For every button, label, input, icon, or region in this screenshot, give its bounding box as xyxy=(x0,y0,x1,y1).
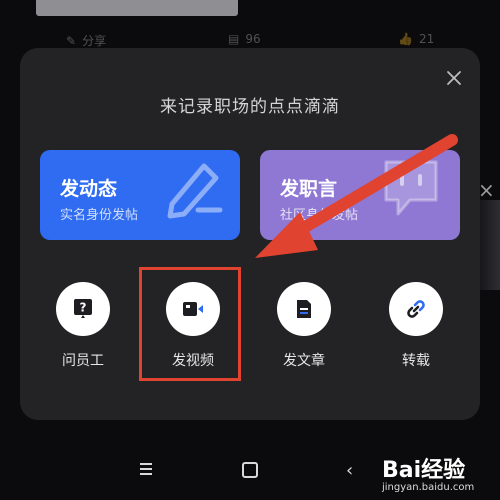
post-opinion-subtitle: 社区身份发帖 xyxy=(280,208,359,223)
background-close-icon: × xyxy=(478,178,495,202)
post-update-subtitle: 实名身份发帖 xyxy=(60,208,139,223)
repost-button[interactable]: 转载 xyxy=(381,282,451,372)
home-icon[interactable] xyxy=(242,462,258,478)
question-icon: ? xyxy=(74,299,92,318)
background-comment: ▤ 96 xyxy=(228,32,261,46)
sheet-title: 来记录职场的点点滴滴 xyxy=(160,97,340,117)
document-icon xyxy=(297,300,311,318)
baidu-jingyan-watermark: Bai经验 jingyan.baidu.com xyxy=(380,450,500,500)
background-image-strip xyxy=(36,0,238,16)
background-like: 👍 21 xyxy=(398,32,435,46)
link-icon xyxy=(407,300,425,318)
post-update-title: 发动态 xyxy=(60,178,118,200)
svg-text:?: ? xyxy=(80,301,87,315)
watermark-url: jingyan.baidu.com xyxy=(382,482,475,493)
thumbs-up-icon: 👍 xyxy=(398,32,413,46)
ask-employee-button[interactable]: ? 问员工 xyxy=(48,282,118,372)
post-opinion-title: 发职言 xyxy=(280,178,338,200)
post-article-circle xyxy=(277,282,331,336)
post-update-card[interactable]: 发动态 实名身份发帖 xyxy=(40,150,240,240)
background-share: ✎ 分享 xyxy=(66,33,107,49)
close-icon xyxy=(447,71,461,85)
watermark-logo: Bai经验 xyxy=(382,458,466,483)
share-icon: ✎ xyxy=(66,33,77,48)
sheet-close-button[interactable] xyxy=(440,64,468,92)
highlight-box xyxy=(139,267,241,381)
back-icon[interactable]: ‹ xyxy=(346,460,353,481)
ask-employee-label: 问员工 xyxy=(62,353,104,369)
post-article-label: 发文章 xyxy=(283,353,325,369)
repost-circle xyxy=(389,282,443,336)
post-opinion-card[interactable]: 发职言 社区身份发帖 xyxy=(260,150,460,240)
ask-employee-circle: ? xyxy=(56,282,110,336)
menu-icon[interactable] xyxy=(139,462,153,476)
repost-label: 转载 xyxy=(402,353,430,369)
chat-bubble-icon xyxy=(384,160,438,216)
comment-icon: ▤ xyxy=(228,32,240,46)
post-article-button[interactable]: 发文章 xyxy=(269,282,339,372)
pencil-icon xyxy=(167,163,223,219)
